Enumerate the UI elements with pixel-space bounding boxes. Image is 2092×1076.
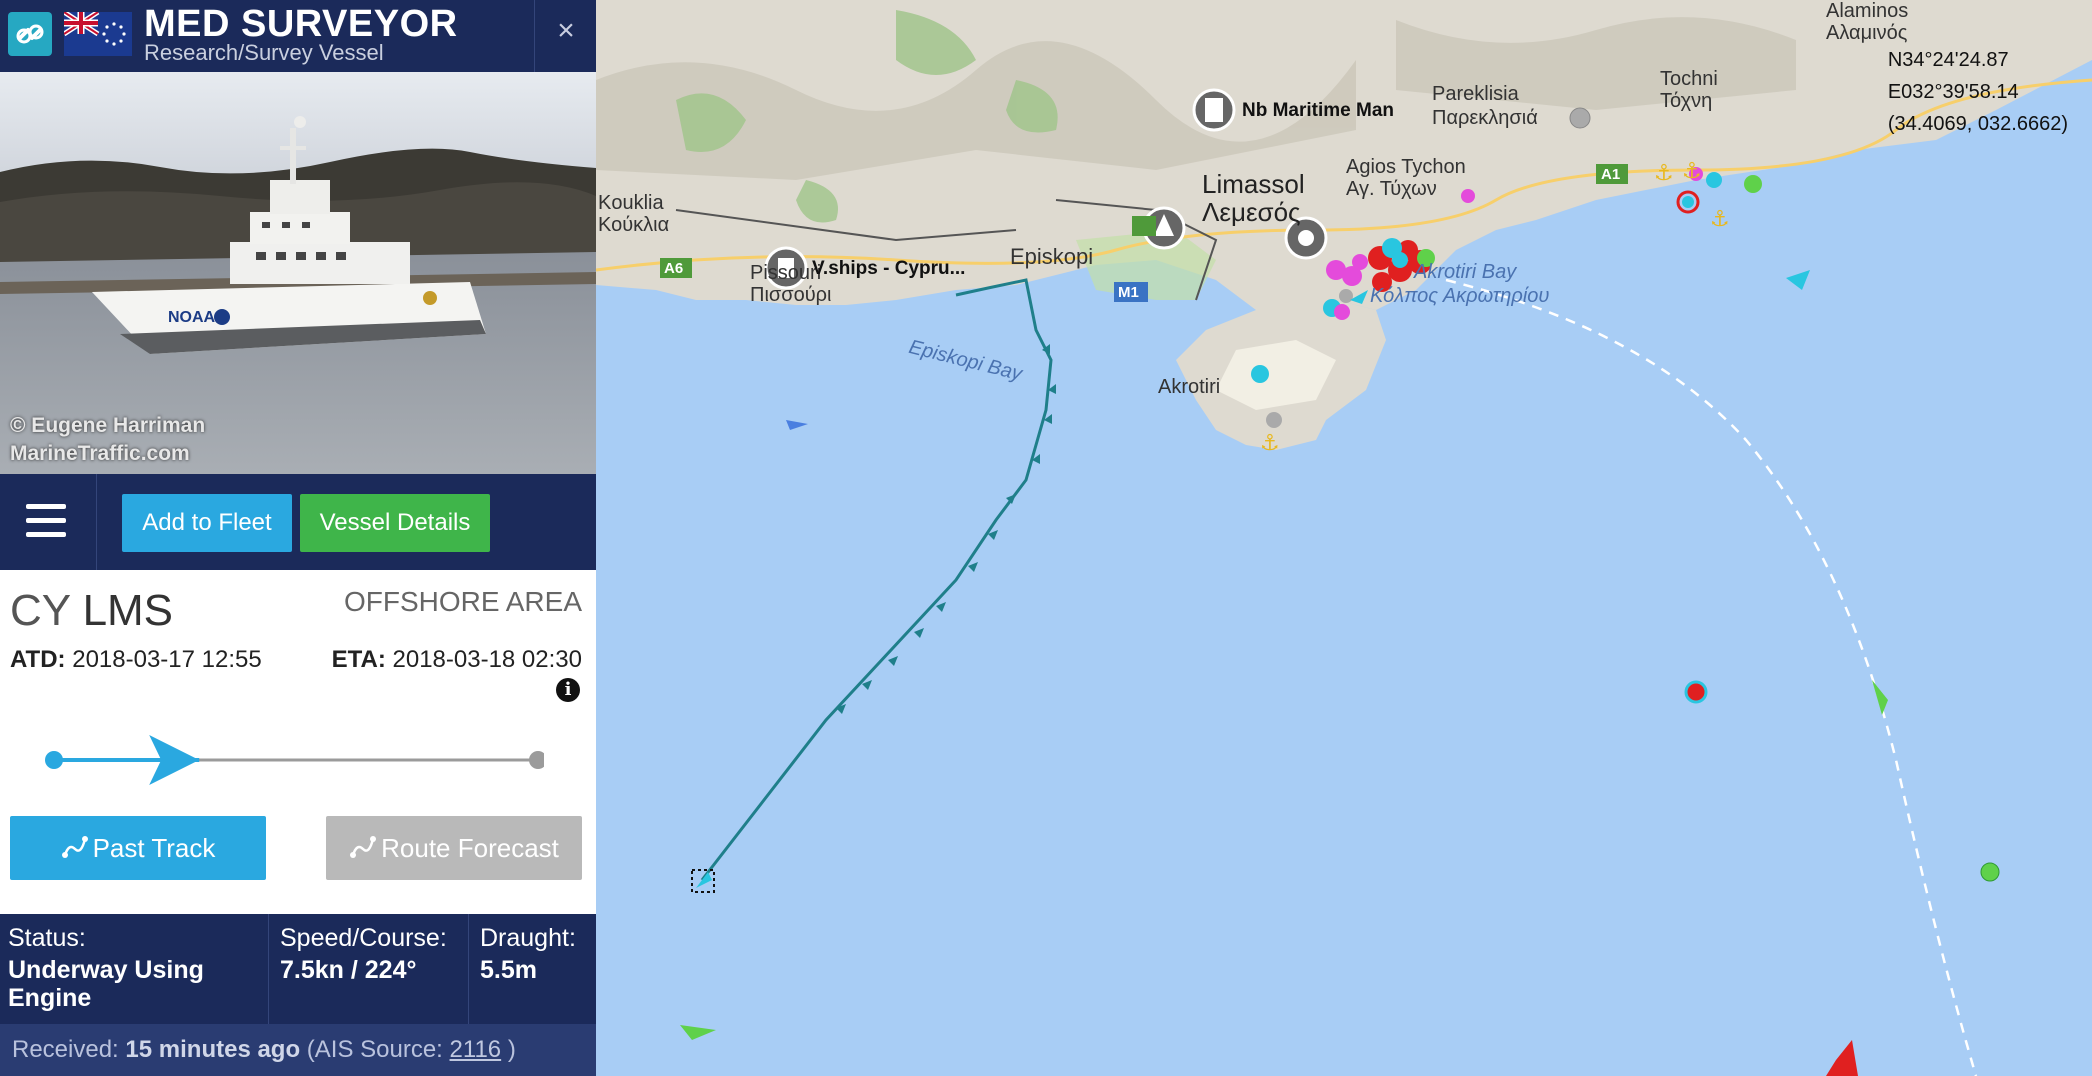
svg-text:NOAA: NOAA — [168, 309, 216, 326]
draught-cell: Draught: 5.5m — [480, 924, 576, 984]
cursor-coordinates: N34°24'24.87 E032°39'58.14 (34.4069, 032… — [1887, 49, 2068, 135]
ais-source-link[interactable]: 2116 — [450, 1036, 502, 1063]
vessel-header: MED SURVEYOR Research/Survey Vessel × — [0, 0, 596, 72]
close-button[interactable]: × — [534, 0, 597, 72]
photo-credit: © Eugene Harriman MarineTraffic.com — [10, 414, 206, 465]
add-to-fleet-button[interactable]: Add to Fleet — [122, 494, 292, 552]
departure-country: CY — [10, 586, 71, 635]
map-label-alaminos: Alaminos Αλαμινός — [1826, 0, 1909, 44]
received-info: Received: 15 minutes ago (AIS Source: 21… — [0, 1024, 596, 1076]
vessel-toolbar: Add to Fleet Vessel Details — [0, 474, 596, 570]
eta: ETA: 2018-03-18 02:30 — [331, 646, 582, 673]
track-icon — [350, 836, 377, 858]
voyage-progress — [44, 735, 544, 785]
map-label-agios-tychon: Agios Tychon Αγ. Τύχων — [1346, 156, 1466, 200]
map-poi-vships[interactable]: V.ships - Cypru... — [812, 258, 965, 280]
hamburger-menu-icon[interactable] — [0, 474, 97, 570]
close-icon[interactable]: × — [535, 14, 597, 48]
vessel-details-button[interactable]: Vessel Details — [300, 494, 490, 552]
cook-islands-flag-icon — [64, 12, 132, 56]
marinetraffic-logo-icon[interactable] — [8, 12, 52, 56]
map-label-akrotiri-bay: Akrotiri Bay Κόλπος Ακρωτηρίου — [1370, 261, 1550, 307]
road-shield-a6: A6 — [664, 260, 684, 277]
svg-text:⚓: ⚓ — [1654, 161, 1674, 186]
departure-port-code: LMS — [82, 586, 174, 635]
vessel-type: Research/Survey Vessel — [144, 40, 384, 65]
map-label-episkopi: Episkopi — [1010, 244, 1094, 269]
map-label-tochni: Tochni Τόχνη — [1660, 68, 1718, 112]
map-view[interactable]: ⚓ ⚓ ⚓ ⚓ Alaminos Αλαμινός Tochni Τόχνη Par — [596, 0, 2092, 1076]
svg-text:⚓: ⚓ — [1710, 207, 1730, 232]
departure-port: CY LMS — [10, 586, 173, 636]
info-icon[interactable]: i — [556, 678, 580, 702]
map-poi-nb-maritime[interactable]: Nb Maritime Man — [1242, 100, 1394, 122]
svg-text:⚓: ⚓ — [1260, 431, 1280, 456]
vessel-photo[interactable]: NOAA © Eugene Harriman MarineTraffic.com — [0, 72, 596, 474]
atd: ATD: 2018-03-17 12:55 — [10, 646, 262, 673]
road-shield-m1: M1 — [1118, 284, 1139, 301]
map-label-pareklisia: Pareklisia Παρεκλησιά — [1432, 83, 1538, 129]
status-cell: Status: Underway Using Engine — [8, 924, 204, 1012]
map-label-limassol: Limassol Λεμεσός — [1202, 169, 1305, 227]
destination: OFFSHORE AREA — [343, 586, 582, 617]
road-shield-a1: A1 — [1601, 166, 1621, 183]
map-label-kouklia: Kouklia Κούκλια — [598, 192, 670, 236]
svg-text:⚓: ⚓ — [1682, 159, 1702, 184]
track-icon — [61, 836, 88, 858]
status-bar: Status: Underway Using Engine Speed/Cour… — [0, 914, 596, 1024]
route-forecast-button[interactable]: Route Forecast — [326, 816, 582, 880]
map-label-akrotiri: Akrotiri — [1158, 376, 1221, 398]
speed-course-cell: Speed/Course: 7.5kn / 224° — [280, 924, 447, 984]
past-track-button[interactable]: Past Track — [10, 816, 266, 880]
vessel-info-panel: MED SURVEYOR Research/Survey Vessel × NO… — [0, 0, 596, 1076]
